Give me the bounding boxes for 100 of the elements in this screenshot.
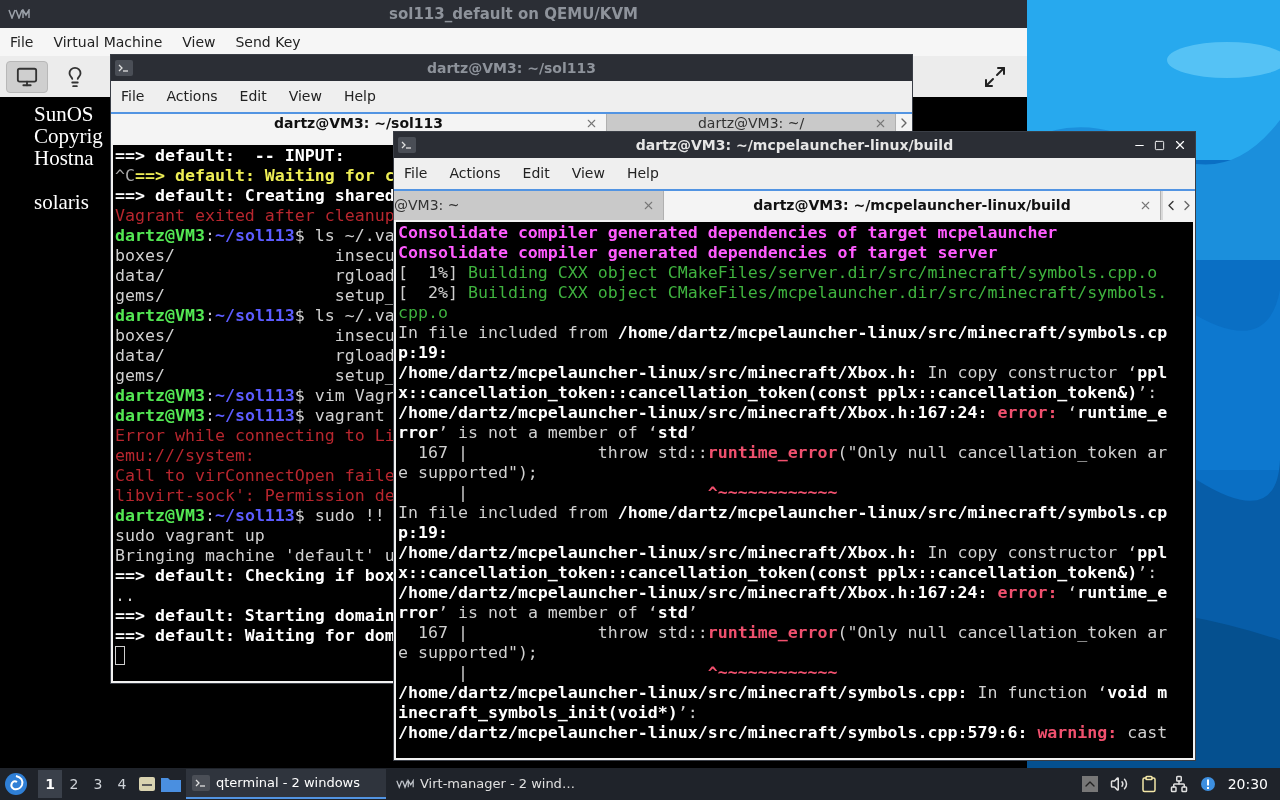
- terminal-tab[interactable]: dartz@VM3: ~/mcpelauncher-linux/build: [664, 191, 1161, 220]
- workspace-button[interactable]: 2: [62, 770, 86, 798]
- terminal-text: cpp.o: [398, 303, 448, 323]
- terminal-text: rror: [398, 423, 438, 443]
- menu-item[interactable]: Edit: [522, 163, 550, 184]
- terminal-text: x::cancellation_token::cancellation_token(const pplx::cancellation_token&): [398, 563, 1138, 583]
- terminal-text: ^~~~~~~~~~~~~: [707, 663, 838, 683]
- menu-item[interactable]: File: [10, 31, 34, 53]
- terminal-text: ("Only null cancellation_token ar: [837, 623, 1168, 643]
- terminal-text: Building CXX object CMakeFiles/server.dir/src/minecraft/symbols.cpp.o: [467, 263, 1158, 283]
- clipboard-icon[interactable]: [1139, 775, 1158, 793]
- terminal-text: ==> default: Starting domain: [115, 606, 395, 626]
- tray-expand-icon[interactable]: [1081, 776, 1098, 792]
- terminal-text: ’ is not a member of ‘: [437, 603, 658, 623]
- menu-item[interactable]: View: [571, 163, 605, 184]
- terminal-text: In file included from: [398, 323, 609, 343]
- terminal-text: cast: [1126, 723, 1168, 743]
- terminal-text: In copy constructor ‘: [926, 543, 1138, 563]
- terminal-text: gems/ setup_: [115, 366, 395, 386]
- terminal-text: 167 | throw std::: [416, 443, 708, 463]
- terminal-text: void m: [1107, 683, 1168, 703]
- console-button[interactable]: [6, 60, 48, 93]
- terminal-text: $ sudo !!: [294, 506, 385, 526]
- terminal-tab[interactable]: dartz@VM3: ~/: [607, 114, 896, 132]
- terminal-text: p:19:: [398, 523, 448, 543]
- workspace-button[interactable]: 1: [38, 770, 62, 798]
- window-title: sol113_default on QEMU/KVM: [389, 3, 638, 25]
- terminal-text: /home/dartz/mcpelauncher-linux/src/minecraft/Xbox.h:: [398, 363, 918, 383]
- terminal-text: ’: [687, 603, 698, 623]
- terminal-text: dartz@VM3: [115, 226, 205, 246]
- menu-item[interactable]: File: [121, 86, 145, 107]
- terminal-text: gems/ setup_: [115, 286, 395, 306]
- terminal-text: Consolidate compiler generated dependencies of target mcpelauncher: [398, 223, 1058, 243]
- task-button[interactable]: Virt-manager - 2 wind…: [390, 769, 590, 799]
- menu-item[interactable]: Virtual Machine: [53, 31, 163, 53]
- terminal-icon: [192, 775, 210, 791]
- folder-icon[interactable]: [160, 775, 182, 793]
- terminal-text: /home/dartz/mcpelauncher-linux/src/minecraft/Xbox.h:167:24:: [398, 403, 988, 423]
- menu-item[interactable]: View: [182, 31, 216, 53]
- close-icon[interactable]: [1173, 138, 1187, 152]
- terminal-icon: [398, 137, 416, 153]
- task-button[interactable]: qterminal - 2 windows: [186, 769, 386, 799]
- terminal-text: p:19:: [398, 343, 448, 363]
- terminal-text: warning:: [1036, 723, 1118, 743]
- terminal-text: ’:: [677, 703, 698, 723]
- terminal-text: [ 2%]: [398, 283, 459, 303]
- volume-icon[interactable]: [1109, 775, 1128, 793]
- notification-icon[interactable]: [1199, 776, 1216, 792]
- terminal-text: ‘: [1066, 583, 1078, 603]
- menu-item[interactable]: Send Key: [235, 31, 301, 53]
- workspace-button[interactable]: 4: [110, 770, 134, 798]
- terminal-text: runtime_error: [707, 623, 838, 643]
- menu-item[interactable]: File: [404, 163, 428, 184]
- terminal-text: Bringing machine 'default' u: [115, 546, 395, 566]
- file-manager-icon[interactable]: [138, 775, 156, 793]
- terminal-text: ‘: [1066, 403, 1078, 423]
- console-text: solaris: [34, 190, 89, 214]
- terminal-text: /home/dartz/mcpelauncher-linux/src/minecraft/Xbox.h:167:24:: [398, 583, 988, 603]
- menu-item[interactable]: Help: [626, 163, 659, 184]
- terminal-text: :: [204, 386, 215, 406]
- terminal-text: 167 | throw std::: [416, 623, 708, 643]
- terminal-text: x::cancellation_token::cancellation_token(const pplx::cancellation_token&): [398, 383, 1138, 403]
- terminal-text: dartz@VM3: [115, 306, 205, 326]
- menu-item[interactable]: View: [288, 86, 322, 107]
- terminal-text: ==> default: -- INPUT:: [115, 146, 345, 166]
- fullscreen-icon[interactable]: [983, 64, 1007, 89]
- menu-item[interactable]: Actions: [166, 86, 218, 107]
- terminal-tab[interactable]: @VM3: ~: [394, 191, 664, 220]
- terminal-text: e supported");: [398, 463, 538, 483]
- terminal-text: ==> default: Waiting for dom: [115, 626, 395, 646]
- menu-item[interactable]: Edit: [239, 86, 267, 107]
- terminal-text: error:: [996, 583, 1058, 603]
- terminal-text: Call to virConnectOpen faile: [115, 466, 395, 486]
- chevron-left-icon[interactable]: [1163, 191, 1179, 220]
- menu-item[interactable]: Help: [343, 86, 376, 107]
- terminal-text: In function ‘: [976, 683, 1108, 703]
- terminal-text: boxes/ insecu: [115, 246, 395, 266]
- terminal-text: sudo vagrant up: [115, 526, 265, 546]
- terminal-text: ==> default: Checking if box: [115, 566, 395, 586]
- terminal-text: libvirt-sock': Permission de: [115, 486, 395, 506]
- workspace-button[interactable]: 3: [86, 770, 110, 798]
- terminal-text: inecraft_symbols_init(void*): [398, 703, 678, 723]
- menu-item[interactable]: Actions: [449, 163, 501, 184]
- terminal-text: ~/sol113: [214, 226, 295, 246]
- terminal-text: rror: [398, 603, 438, 623]
- terminal-text: ppl: [1137, 543, 1168, 563]
- terminal-text: /home/dartz/mcpelauncher-linux/src/minecraft/symbols.cp: [617, 503, 1168, 523]
- network-icon[interactable]: [1169, 775, 1188, 793]
- terminal-text: data/ rgload: [115, 346, 395, 366]
- window-title: dartz@VM3: ~/mcpelauncher-linux/build: [635, 135, 954, 155]
- terminal-text: $ ls ~/.va: [294, 226, 395, 246]
- maximize-icon[interactable]: [1154, 139, 1165, 151]
- terminal-text: [ 1%]: [398, 263, 459, 283]
- terminal-text: ..: [115, 586, 135, 606]
- terminal-text: $ vim Vagr: [294, 386, 395, 406]
- terminal-text: $ vagrant: [294, 406, 385, 426]
- terminal-text: :: [204, 506, 215, 526]
- terminal-text: ~/sol113: [214, 386, 295, 406]
- start-menu-icon[interactable]: [4, 772, 28, 796]
- console-text: Copyrig: [34, 124, 103, 148]
